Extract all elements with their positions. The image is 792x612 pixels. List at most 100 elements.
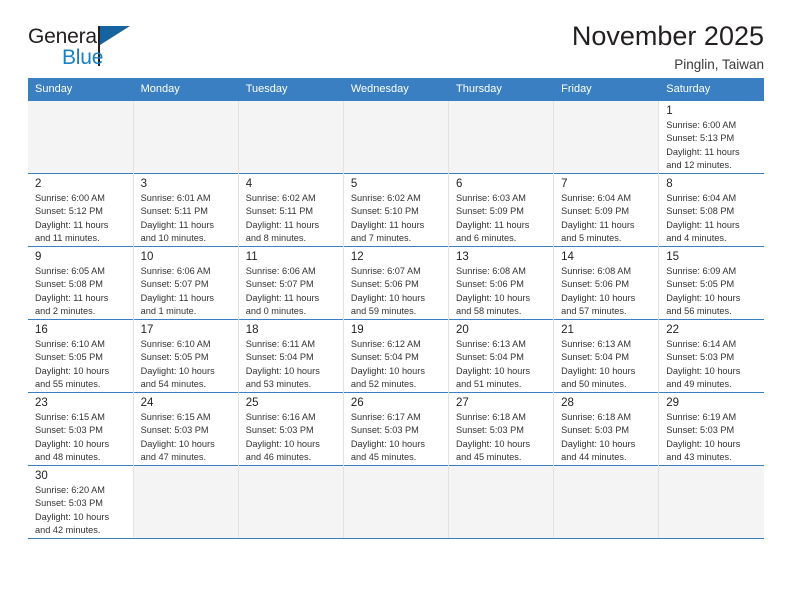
day-cell[interactable]: 14 Sunrise: 6:08 AM Sunset: 5:06 PM Dayl… — [553, 246, 660, 320]
day-detail: Sunrise: 6:06 AM Sunset: 5:07 PM Dayligh… — [245, 266, 320, 316]
day-number: 4 — [245, 178, 253, 190]
calendar-week-row: 2 Sunrise: 6:00 AM Sunset: 5:12 PM Dayli… — [28, 173, 764, 247]
day-cell[interactable]: 9 Sunrise: 6:05 AM Sunset: 5:08 PM Dayli… — [28, 246, 134, 320]
day-detail: Sunrise: 6:04 AM Sunset: 5:08 PM Dayligh… — [666, 193, 740, 243]
day-detail: Sunrise: 6:02 AM Sunset: 5:10 PM Dayligh… — [350, 193, 425, 243]
day-number: 3 — [140, 178, 148, 190]
calendar-week-row: 9 Sunrise: 6:05 AM Sunset: 5:08 PM Dayli… — [28, 246, 764, 320]
weekday-header-row: Sunday Monday Tuesday Wednesday Thursday… — [28, 78, 765, 101]
weekday-header-friday: Friday — [553, 78, 660, 101]
day-number: 27 — [456, 397, 469, 409]
day-cell[interactable]: 19 Sunrise: 6:12 AM Sunset: 5:04 PM Dayl… — [343, 319, 450, 393]
day-cell[interactable]: 13 Sunrise: 6:08 AM Sunset: 5:06 PM Dayl… — [448, 246, 555, 320]
day-cell[interactable]: 16 Sunrise: 6:10 AM Sunset: 5:05 PM Dayl… — [28, 319, 134, 393]
day-cell-empty — [133, 465, 239, 539]
day-number: 26 — [350, 397, 364, 409]
day-number: 11 — [245, 251, 258, 263]
day-detail: Sunrise: 6:16 AM Sunset: 5:03 PM Dayligh… — [245, 412, 320, 462]
day-detail: Sunrise: 6:07 AM Sunset: 5:06 PM Dayligh… — [350, 266, 425, 316]
day-detail: Sunrise: 6:10 AM Sunset: 5:05 PM Dayligh… — [140, 339, 215, 389]
day-cell[interactable]: 4 Sunrise: 6:02 AM Sunset: 5:11 PM Dayli… — [238, 173, 344, 247]
day-detail: Sunrise: 6:19 AM Sunset: 5:03 PM Dayligh… — [666, 412, 741, 462]
day-detail: Sunrise: 6:11 AM Sunset: 5:04 PM Dayligh… — [245, 339, 320, 389]
day-cell[interactable]: 28 Sunrise: 6:18 AM Sunset: 5:03 PM Dayl… — [553, 392, 660, 466]
weekday-header-sunday: Sunday — [28, 78, 134, 101]
day-number: 28 — [561, 397, 574, 409]
day-number: 5 — [350, 178, 358, 190]
page-title: November 2025 — [571, 21, 764, 51]
day-cell[interactable]: 27 Sunrise: 6:18 AM Sunset: 5:03 PM Dayl… — [448, 392, 555, 466]
day-number: 1 — [666, 105, 673, 117]
day-detail: Sunrise: 6:04 AM Sunset: 5:09 PM Dayligh… — [561, 193, 635, 243]
day-cell[interactable]: 7 Sunrise: 6:04 AM Sunset: 5:09 PM Dayli… — [553, 173, 660, 247]
flag-triangle-icon — [100, 26, 130, 45]
title-block: November 2025 Pinglin, Taiwan — [571, 21, 764, 73]
day-number: 15 — [666, 251, 680, 263]
calendar-body: 1 Sunrise: 6:00 AM Sunset: 5:13 PM Dayli… — [28, 100, 764, 539]
day-cell[interactable]: 10 Sunrise: 6:06 AM Sunset: 5:07 PM Dayl… — [133, 246, 239, 320]
day-cell-empty — [238, 100, 344, 174]
day-cell[interactable]: 17 Sunrise: 6:10 AM Sunset: 5:05 PM Dayl… — [133, 319, 239, 393]
day-cell[interactable]: 21 Sunrise: 6:13 AM Sunset: 5:04 PM Dayl… — [553, 319, 660, 393]
day-detail: Sunrise: 6:01 AM Sunset: 5:11 PM Dayligh… — [140, 193, 214, 243]
day-number: 10 — [140, 251, 154, 263]
calendar-week-row: 23 Sunrise: 6:15 AM Sunset: 5:03 PM Dayl… — [28, 392, 764, 466]
day-cell-empty — [343, 100, 450, 174]
day-cell[interactable]: 26 Sunrise: 6:17 AM Sunset: 5:03 PM Dayl… — [343, 392, 450, 466]
day-detail: Sunrise: 6:00 AM Sunset: 5:13 PM Dayligh… — [666, 120, 740, 170]
day-detail: Sunrise: 6:14 AM Sunset: 5:03 PM Dayligh… — [666, 339, 741, 389]
sunrise-sunset-calendar: Sunday Monday Tuesday Wednesday Thursday… — [28, 78, 765, 539]
day-detail: Sunrise: 6:00 AM Sunset: 5:12 PM Dayligh… — [35, 193, 109, 243]
day-detail: Sunrise: 6:08 AM Sunset: 5:06 PM Dayligh… — [561, 266, 636, 316]
day-cell[interactable]: 15 Sunrise: 6:09 AM Sunset: 5:05 PM Dayl… — [658, 246, 764, 320]
logo-text-blue: Blue — [62, 46, 104, 69]
day-detail: Sunrise: 6:15 AM Sunset: 5:03 PM Dayligh… — [35, 412, 110, 462]
day-number: 17 — [140, 324, 154, 336]
day-cell[interactable]: 6 Sunrise: 6:03 AM Sunset: 5:09 PM Dayli… — [448, 173, 555, 247]
day-cell[interactable]: 5 Sunrise: 6:02 AM Sunset: 5:10 PM Dayli… — [343, 173, 450, 247]
day-detail: Sunrise: 6:18 AM Sunset: 5:03 PM Dayligh… — [561, 412, 636, 462]
general-blue-logo[interactable]: General Blue — [28, 22, 148, 70]
day-cell[interactable]: 1 Sunrise: 6:00 AM Sunset: 5:13 PM Dayli… — [658, 100, 764, 174]
day-cell-empty — [238, 465, 344, 539]
day-cell[interactable]: 18 Sunrise: 6:11 AM Sunset: 5:04 PM Dayl… — [238, 319, 344, 393]
day-number: 18 — [245, 324, 259, 336]
day-detail: Sunrise: 6:17 AM Sunset: 5:03 PM Dayligh… — [350, 412, 425, 462]
day-detail: Sunrise: 6:15 AM Sunset: 5:03 PM Dayligh… — [140, 412, 215, 462]
logo-text-general: General — [28, 25, 102, 48]
day-number: 30 — [35, 470, 48, 482]
day-number: 16 — [35, 324, 48, 336]
day-cell[interactable]: 29 Sunrise: 6:19 AM Sunset: 5:03 PM Dayl… — [658, 392, 764, 466]
day-detail: Sunrise: 6:05 AM Sunset: 5:08 PM Dayligh… — [35, 266, 109, 316]
day-number: 24 — [140, 397, 154, 409]
page-subtitle: Pinglin, Taiwan — [674, 57, 764, 73]
day-number: 19 — [350, 324, 364, 336]
day-cell[interactable]: 8 Sunrise: 6:04 AM Sunset: 5:08 PM Dayli… — [658, 173, 764, 247]
day-cell-empty — [343, 465, 450, 539]
day-cell[interactable]: 24 Sunrise: 6:15 AM Sunset: 5:03 PM Dayl… — [133, 392, 239, 466]
day-cell[interactable]: 22 Sunrise: 6:14 AM Sunset: 5:03 PM Dayl… — [658, 319, 764, 393]
day-number: 13 — [456, 251, 469, 263]
day-cell-empty — [448, 465, 555, 539]
day-cell[interactable]: 25 Sunrise: 6:16 AM Sunset: 5:03 PM Dayl… — [238, 392, 344, 466]
day-detail: Sunrise: 6:20 AM Sunset: 5:03 PM Dayligh… — [35, 485, 110, 535]
day-number: 6 — [456, 178, 463, 190]
day-detail: Sunrise: 6:12 AM Sunset: 5:04 PM Dayligh… — [350, 339, 425, 389]
day-cell[interactable]: 12 Sunrise: 6:07 AM Sunset: 5:06 PM Dayl… — [343, 246, 450, 320]
day-number: 12 — [350, 251, 364, 263]
calendar-page: General Blue November 2025 Pinglin, Taiw… — [0, 0, 792, 612]
day-cell[interactable]: 20 Sunrise: 6:13 AM Sunset: 5:04 PM Dayl… — [448, 319, 555, 393]
day-number: 22 — [666, 324, 680, 336]
day-detail: Sunrise: 6:10 AM Sunset: 5:05 PM Dayligh… — [35, 339, 110, 389]
day-detail: Sunrise: 6:02 AM Sunset: 5:11 PM Dayligh… — [245, 193, 320, 243]
day-number: 25 — [245, 397, 259, 409]
day-number: 29 — [666, 397, 680, 409]
day-cell[interactable]: 2 Sunrise: 6:00 AM Sunset: 5:12 PM Dayli… — [28, 173, 134, 247]
calendar-week-row: 1 Sunrise: 6:00 AM Sunset: 5:13 PM Dayli… — [28, 100, 764, 174]
calendar-week-row: 30 Sunrise: 6:20 AM Sunset: 5:03 PM Dayl… — [28, 465, 764, 539]
day-cell[interactable]: 3 Sunrise: 6:01 AM Sunset: 5:11 PM Dayli… — [133, 173, 239, 247]
day-cell[interactable]: 30 Sunrise: 6:20 AM Sunset: 5:03 PM Dayl… — [28, 465, 134, 539]
day-cell[interactable]: 23 Sunrise: 6:15 AM Sunset: 5:03 PM Dayl… — [28, 392, 134, 466]
day-cell-empty — [553, 465, 660, 539]
day-cell[interactable]: 11 Sunrise: 6:06 AM Sunset: 5:07 PM Dayl… — [238, 246, 344, 320]
